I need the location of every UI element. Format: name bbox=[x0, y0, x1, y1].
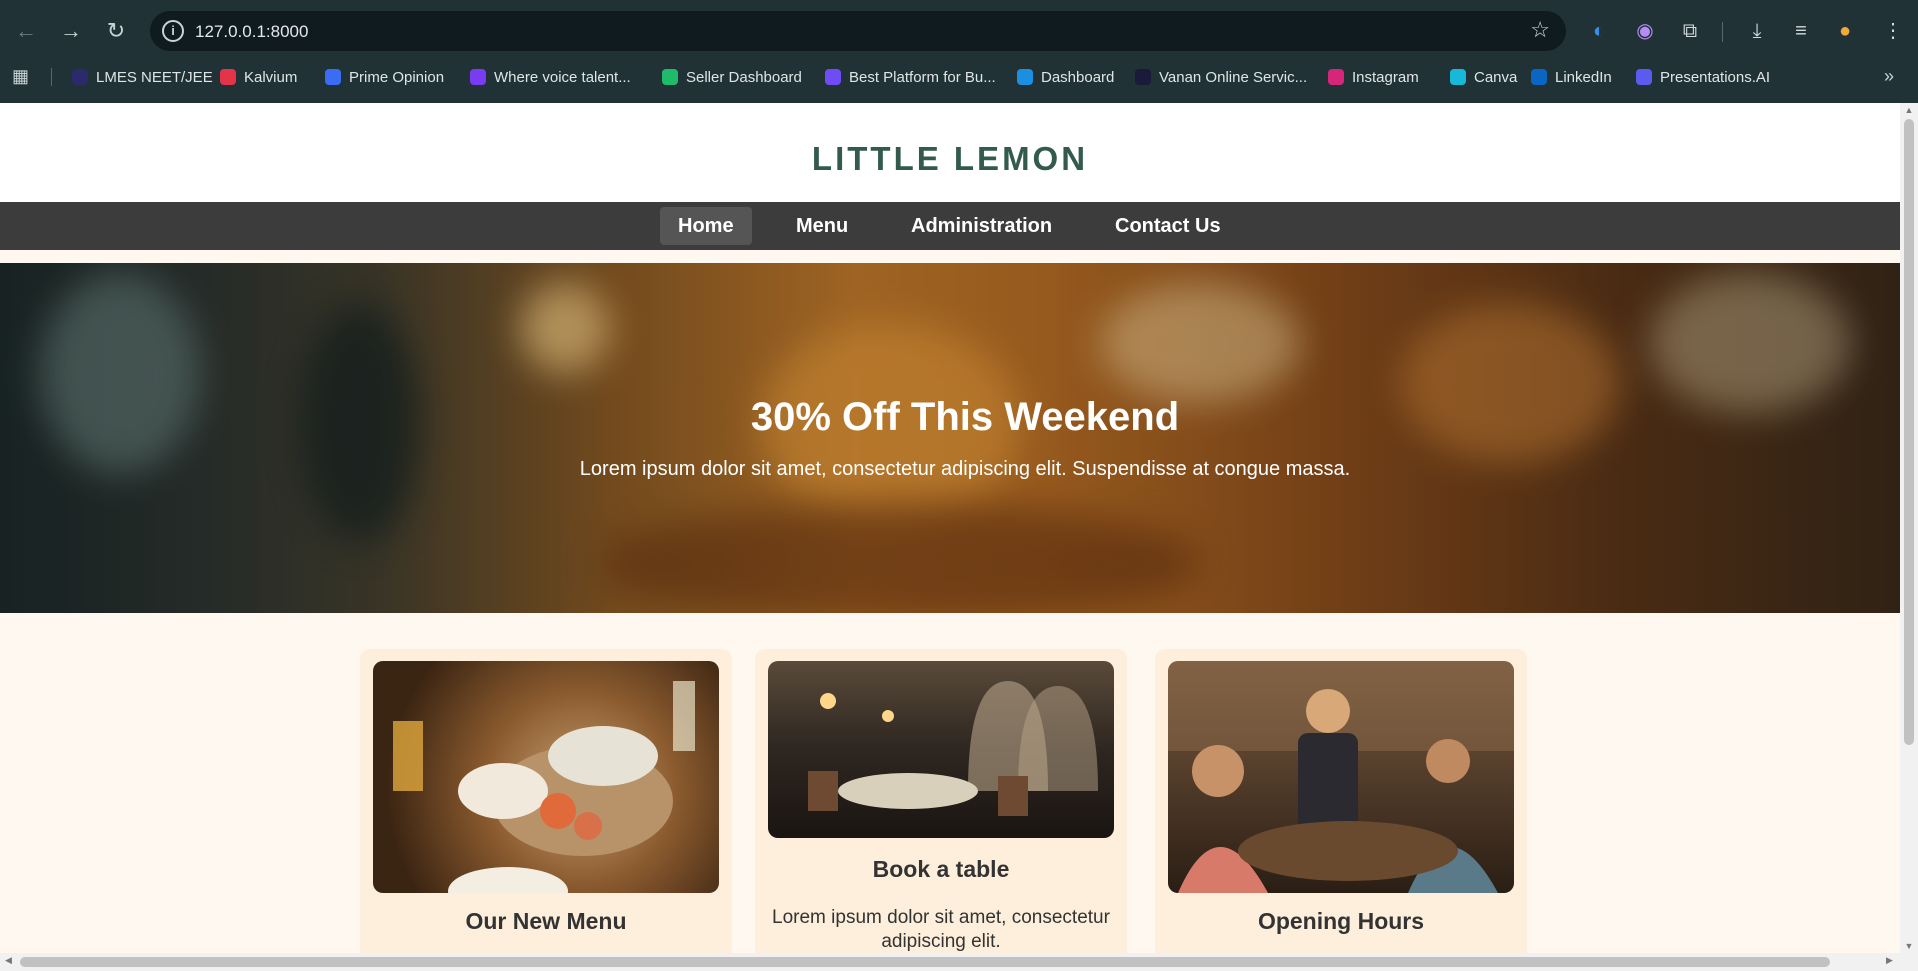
bookmark-item[interactable]: Seller Dashboard bbox=[662, 66, 802, 88]
site-nav: Home Menu Administration Contact Us bbox=[0, 202, 1900, 250]
browser-toolbar: ← → ↻ i 127.0.0.1:8000 ☆ ◐ ◉ ⧉ ⤓ ≡ ● ⋮ bbox=[0, 8, 1918, 54]
card-title: Opening Hours bbox=[1257, 908, 1425, 934]
bookmark-item[interactable]: Kalvium bbox=[220, 66, 297, 88]
edge-icon[interactable]: ◐ bbox=[1584, 16, 1614, 46]
browser-chrome: ← → ↻ i 127.0.0.1:8000 ☆ ◐ ◉ ⧉ ⤓ ≡ ● ⋮ ▦… bbox=[0, 0, 1918, 103]
nav-home[interactable]: Home bbox=[660, 207, 752, 245]
hero-banner: 30% Off This Weekend Lorem ipsum dolor s… bbox=[0, 263, 1900, 613]
bookmark-item[interactable]: Vanan Online Servic... bbox=[1135, 66, 1307, 88]
bookmark-item[interactable]: Presentations.AI bbox=[1636, 66, 1770, 88]
nav-administration[interactable]: Administration bbox=[893, 207, 1070, 245]
vertical-scrollbar[interactable]: ▲ ▼ bbox=[1900, 103, 1918, 953]
food-platter-illustration bbox=[393, 681, 695, 893]
bookmark-label: Vanan Online Servic... bbox=[1159, 68, 1308, 86]
horizontal-scroll-thumb[interactable] bbox=[20, 957, 1830, 967]
bookmark-item[interactable]: Prime Opinion bbox=[325, 66, 444, 88]
bookmark-label: Presentations.AI bbox=[1660, 68, 1771, 86]
back-icon[interactable]: ← bbox=[10, 15, 42, 47]
people-dining-image bbox=[1168, 661, 1514, 893]
bookmark-item[interactable]: Best Platform for Bu... bbox=[825, 66, 996, 88]
bookmarks-divider bbox=[51, 68, 52, 86]
canva-icon bbox=[1450, 69, 1466, 85]
reload-icon[interactable]: ↻ bbox=[100, 15, 132, 47]
bookmark-label: Best Platform for Bu... bbox=[849, 68, 996, 86]
bookmark-label: Instagram bbox=[1352, 68, 1419, 86]
bookmark-label: LMES NEET/JEE bbox=[96, 68, 213, 86]
bookmark-label: Kalvium bbox=[244, 68, 298, 86]
hero-text: Lorem ipsum dolor sit amet, consectetur … bbox=[579, 458, 1351, 480]
address-bar[interactable]: i 127.0.0.1:8000 ☆ bbox=[150, 11, 1566, 51]
bookmark-item[interactable]: Where voice talent... bbox=[470, 66, 631, 88]
card-book-table[interactable]: Book a table Lorem ipsum dolor sit amet,… bbox=[755, 649, 1127, 953]
card-opening-hours[interactable]: Opening Hours bbox=[1155, 649, 1527, 953]
browser-menu-icon[interactable]: ⋮ bbox=[1878, 16, 1908, 46]
prime-opinion-icon bbox=[325, 69, 341, 85]
bookmark-label: LinkedIn bbox=[1555, 68, 1612, 86]
nav-contact-us[interactable]: Contact Us bbox=[1097, 207, 1239, 245]
forward-icon[interactable]: → bbox=[55, 15, 87, 47]
dashboard-icon bbox=[1017, 69, 1033, 85]
extension-eye-icon[interactable]: ◉ bbox=[1630, 16, 1660, 46]
more-bookmarks-icon[interactable]: » bbox=[1884, 66, 1894, 87]
bookmark-star-icon[interactable]: ☆ bbox=[1530, 17, 1550, 43]
scroll-up-icon[interactable]: ▲ bbox=[1904, 105, 1914, 115]
presentations-icon bbox=[1636, 69, 1652, 85]
seller-icon bbox=[662, 69, 678, 85]
restaurant-interior-image bbox=[768, 661, 1114, 838]
card-title: Book a table bbox=[872, 856, 1010, 882]
site-header: LITTLE LEMON bbox=[0, 103, 1900, 202]
bookmarks-bar: ▦ LMES NEET/JEE Kalvium Prime Opinion Where… bbox=[0, 62, 1918, 92]
extensions-puzzle-icon[interactable]: ⧉ bbox=[1675, 16, 1705, 46]
hero-title: 30% Off This Weekend bbox=[750, 395, 1180, 439]
bookmark-item[interactable]: Canva bbox=[1450, 66, 1517, 88]
bookmark-item[interactable]: LinkedIn bbox=[1531, 66, 1612, 88]
people-dining-illustration bbox=[1168, 661, 1514, 893]
bookmark-label: Seller Dashboard bbox=[686, 68, 802, 86]
instagram-icon bbox=[1328, 69, 1344, 85]
media-queue-icon[interactable]: ≡ bbox=[1786, 16, 1816, 46]
card-text: Lorem ipsum dolor sit amet, consectetur … bbox=[772, 907, 1110, 952]
nav-menu[interactable]: Menu bbox=[778, 207, 866, 245]
url-text[interactable]: 127.0.0.1:8000 bbox=[195, 22, 308, 42]
voice-icon bbox=[470, 69, 486, 85]
download-icon[interactable]: ⤓ bbox=[1742, 16, 1772, 46]
page-viewport: LITTLE LEMON Home Menu Administration Co… bbox=[0, 103, 1900, 953]
bookmark-label: Where voice talent... bbox=[494, 68, 631, 86]
profile-avatar-icon[interactable]: ● bbox=[1830, 16, 1860, 46]
bookmark-label: Dashboard bbox=[1041, 68, 1115, 86]
platform-icon bbox=[825, 69, 841, 85]
card-title: Our New Menu bbox=[465, 908, 627, 934]
vertical-scroll-thumb[interactable] bbox=[1904, 119, 1914, 745]
site-info-icon[interactable]: i bbox=[162, 20, 184, 42]
restaurant-interior-illustration bbox=[808, 681, 1098, 816]
bookmark-item[interactable]: LMES NEET/JEE bbox=[72, 66, 213, 88]
horizontal-scrollbar[interactable]: ◀ ▶ bbox=[0, 953, 1918, 971]
linkedin-icon bbox=[1531, 69, 1547, 85]
scroll-down-icon[interactable]: ▼ bbox=[1904, 941, 1914, 951]
kalvium-icon bbox=[220, 69, 236, 85]
card-new-menu[interactable]: Our New Menu bbox=[360, 649, 732, 953]
toolbar-divider bbox=[1722, 22, 1723, 42]
vanan-icon bbox=[1135, 69, 1151, 85]
bookmark-item[interactable]: Instagram bbox=[1328, 66, 1419, 88]
apps-grid-icon[interactable]: ▦ bbox=[12, 66, 29, 87]
bookmark-label: Canva bbox=[1474, 68, 1518, 86]
site-logo[interactable]: LITTLE LEMON bbox=[0, 140, 1900, 178]
scroll-right-icon[interactable]: ▶ bbox=[1886, 955, 1893, 966]
scroll-left-icon[interactable]: ◀ bbox=[5, 955, 12, 966]
bookmark-label: Prime Opinion bbox=[349, 68, 445, 86]
lmes-icon bbox=[72, 69, 88, 85]
food-platter-image bbox=[373, 661, 719, 893]
bookmark-item[interactable]: Dashboard bbox=[1017, 66, 1114, 88]
